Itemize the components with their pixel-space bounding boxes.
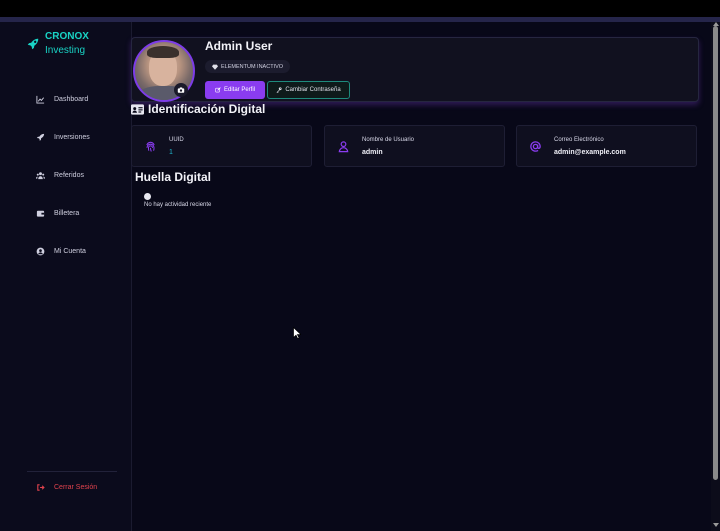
sidebar-item-label: Mi Cuenta [54, 248, 86, 255]
sidebar-divider [27, 471, 117, 472]
brand-name: CRONOX [45, 31, 89, 42]
sidebar-item-label: Inversiones [54, 134, 90, 141]
mouse-cursor-icon [293, 327, 301, 339]
brand-logo[interactable]: CRONOX Investing [26, 30, 89, 58]
logout-label: Cerrar Sesión [54, 484, 98, 491]
logout-button[interactable]: Cerrar Sesión [36, 483, 97, 492]
change-photo-button[interactable] [174, 83, 188, 97]
edit-profile-button[interactable]: Editar Perfil [205, 81, 265, 99]
user-icon [338, 141, 349, 153]
scroll-down-icon[interactable] [713, 523, 719, 527]
window-top-bar [0, 0, 720, 17]
wallet-icon [36, 210, 45, 217]
sidebar-item-label: Billetera [54, 210, 80, 217]
sidebar-item-referidos[interactable]: Referidos [36, 171, 84, 180]
user-circle-icon [36, 247, 45, 256]
profile-name: Admin User [205, 39, 273, 53]
id-card-icon [131, 103, 144, 115]
sidebar-item-mi-cuenta[interactable]: Mi Cuenta [36, 247, 86, 256]
edit-icon [215, 87, 221, 93]
uuid-value: 1 [169, 149, 173, 156]
email-card: Correo Electrónico admin@example.com [516, 125, 697, 167]
scrollbar-thumb[interactable] [713, 26, 718, 480]
uuid-label: UUID [169, 137, 184, 143]
fingerprint-icon [146, 141, 155, 152]
edit-profile-label: Editar Perfil [223, 87, 255, 93]
sidebar-item-billetera[interactable]: Billetera [36, 209, 79, 218]
uuid-card: UUID 1 [131, 125, 312, 167]
identity-title-text: Identificación Digital [148, 102, 266, 116]
change-password-label: Cambiar Contraseña [285, 87, 341, 93]
footprint-section-title: Huella Digital [135, 170, 211, 184]
brand-tagline: Investing [45, 45, 86, 56]
change-password-button[interactable]: Cambiar Contraseña [267, 81, 350, 99]
sidebar-item-dashboard[interactable]: Dashboard [36, 95, 88, 104]
chart-line-icon [36, 95, 45, 104]
username-value: admin [362, 149, 383, 156]
rocket-icon [27, 38, 39, 50]
gem-icon [212, 64, 218, 70]
sidebar-item-inversiones[interactable]: Inversiones [36, 133, 90, 142]
sidebar-item-label: Referidos [54, 172, 84, 179]
rocket-icon [36, 133, 45, 141]
username-card: Nombre de Usuario admin [324, 125, 505, 167]
footprint-title-text: Huella Digital [135, 170, 212, 184]
at-sign-icon [530, 141, 541, 152]
identity-section-title: Identificación Digital [131, 102, 265, 116]
key-icon [276, 87, 282, 93]
sign-out-icon [37, 484, 45, 491]
users-icon [36, 172, 45, 180]
status-badge: ELEMENTUM INACTIVO [205, 60, 291, 73]
empty-activity-text: No hay actividad reciente [144, 202, 212, 208]
sidebar-item-label: Dashboard [54, 96, 89, 103]
email-label: Correo Electrónico [554, 137, 604, 143]
email-value: admin@example.com [554, 149, 626, 156]
camera-icon [177, 87, 185, 93]
status-badge-label: ELEMENTUM INACTIVO [221, 63, 284, 70]
username-label: Nombre de Usuario [362, 137, 415, 143]
info-icon [144, 193, 151, 200]
